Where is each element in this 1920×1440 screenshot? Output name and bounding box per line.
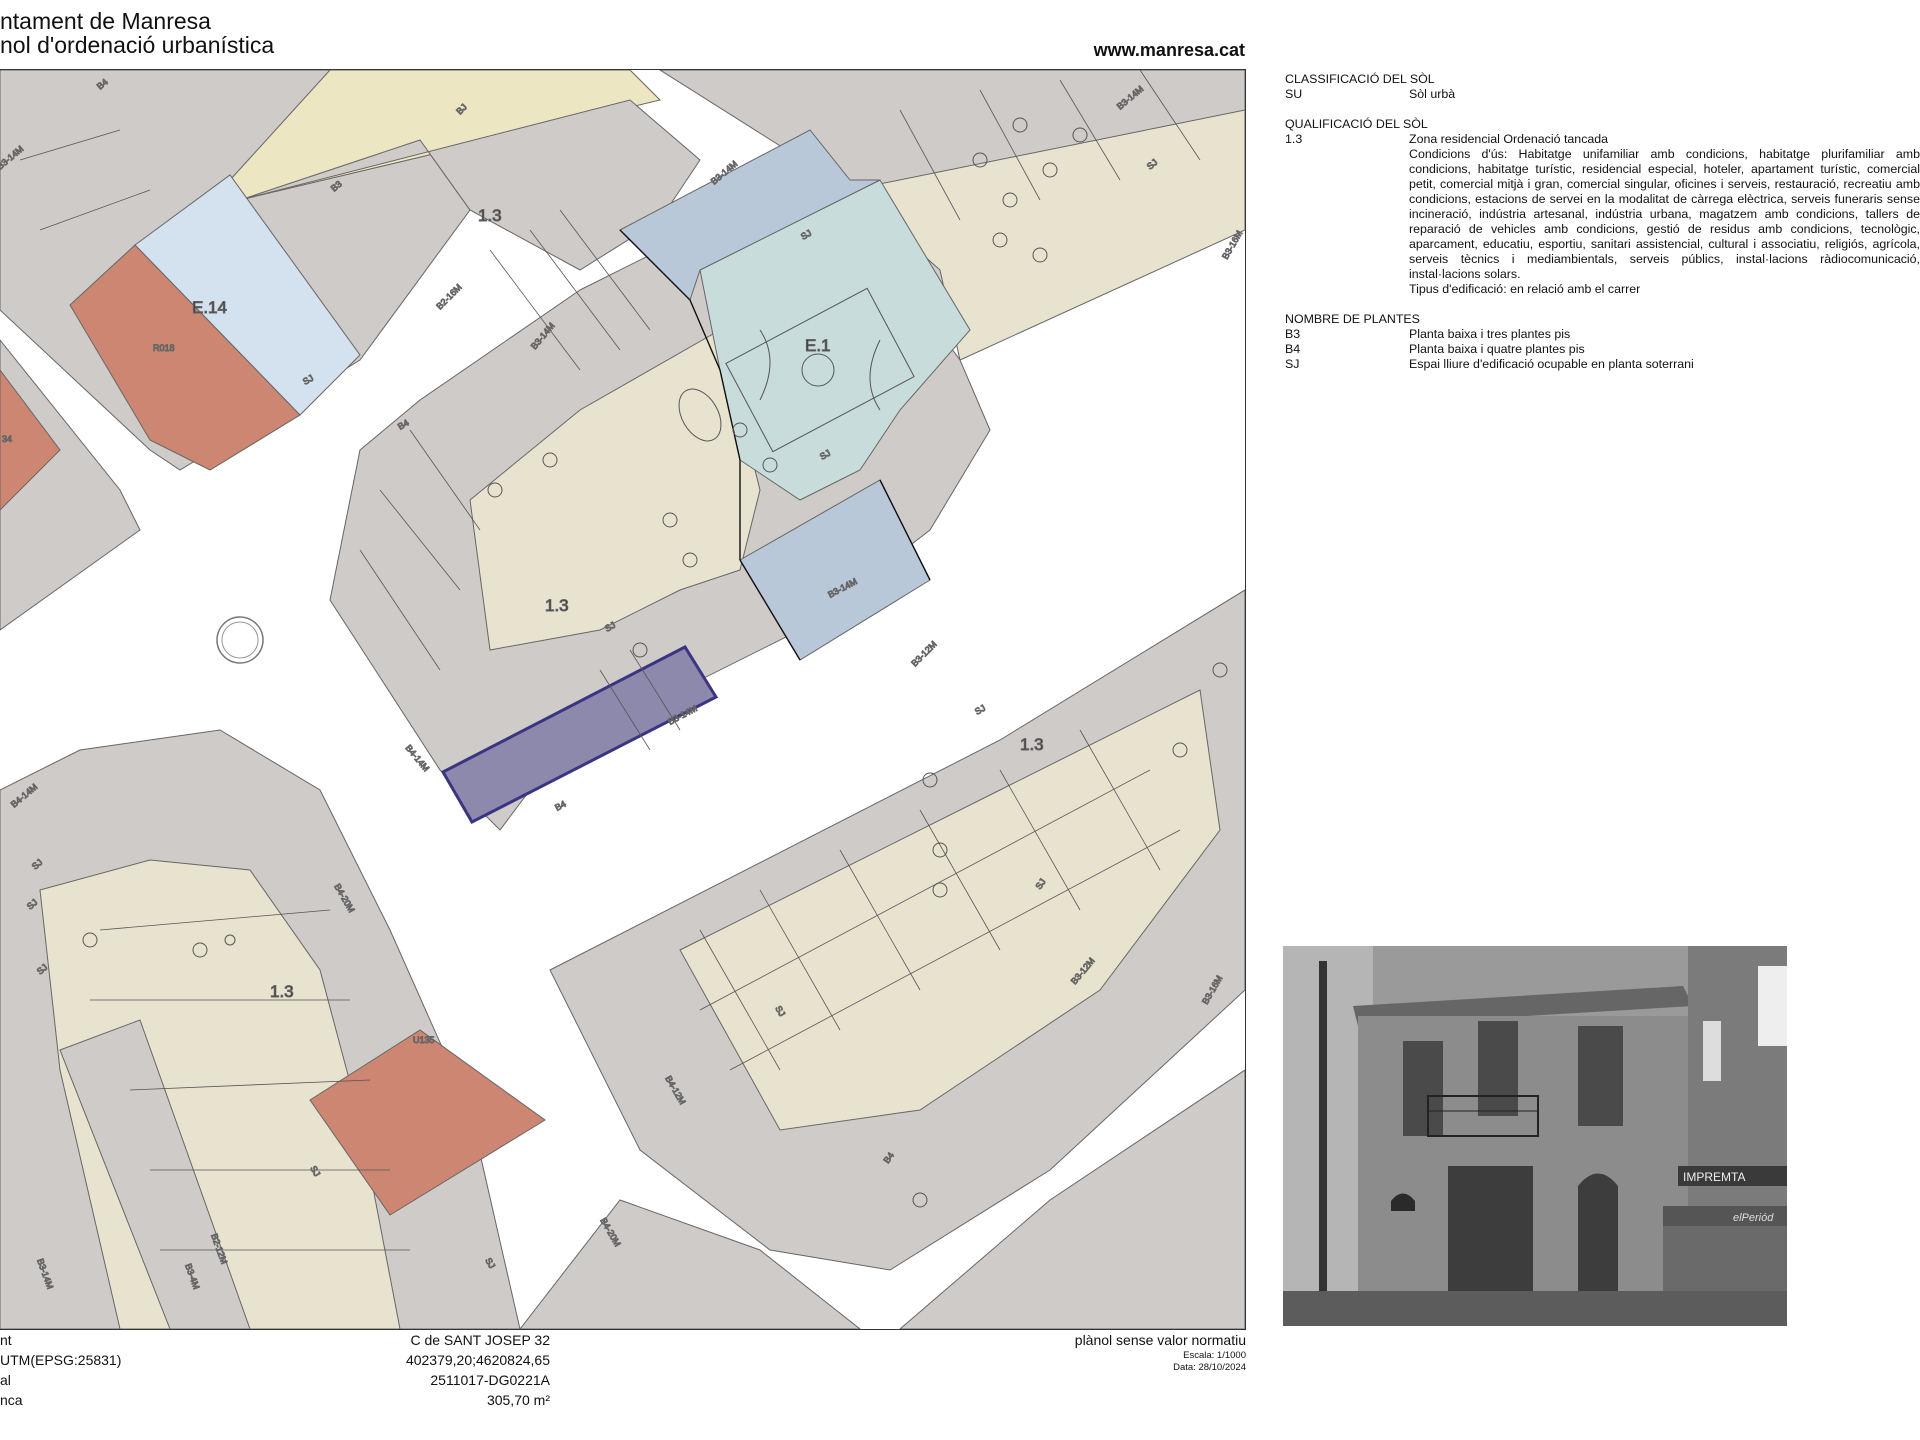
legend-text: Sòl urbà [1409, 87, 1456, 101]
legend-code: SJ [1285, 357, 1300, 371]
legend-code: 1.3 [1285, 132, 1303, 146]
parcel-code: 34 [2, 434, 12, 444]
parcel-code: R018 [153, 343, 175, 353]
legend-edificacio: Tipus d'edificació: en relació amb el ca… [1409, 282, 1641, 296]
legend-code: B4 [1285, 342, 1301, 356]
legend-heading: NOMBRE DE PLANTES [1285, 312, 1420, 326]
legend-text: Espai lliure d'edificació ocupable en pl… [1409, 357, 1694, 371]
legend-text: Planta baixa i tres plantes pis [1409, 327, 1571, 341]
scale-text: Escala: 1/1000 [1183, 1350, 1246, 1361]
zone-label: 1.3 [478, 206, 502, 225]
footer-label: al [0, 1372, 11, 1388]
footer-label: nt [0, 1332, 12, 1348]
equip-label: E.14 [192, 298, 227, 317]
legend-row: Condicions d'ús: Habitatge unifamiliar a… [1285, 147, 1920, 282]
legend-text: Planta baixa i quatre plantes pis [1409, 342, 1585, 356]
legend-heading: QUALIFICACIÓ DEL SÒL [1285, 117, 1428, 131]
area-value: 305,70 m² [486, 1392, 550, 1408]
website-link[interactable]: www.manresa.cat [1070, 40, 1245, 61]
legend-code: B3 [1285, 327, 1301, 341]
shop-sign: IMPREMTA [1683, 1170, 1745, 1184]
shop-name: elPeriód [1733, 1212, 1774, 1224]
legend-conditions: Condicions d'ús: Habitatge unifamiliar a… [1409, 147, 1920, 281]
legend-row: Tipus d'edificació: en relació amb el ca… [1285, 282, 1920, 297]
disclaimer-text: plànol sense valor normatiu [1074, 1332, 1246, 1348]
urban-plan-map[interactable]: 1.3 1.3 1.3 1.3 E.14 E.1 R018 U135 34 B3… [0, 69, 1246, 1330]
legend-row: SU Sòl urbà [1285, 87, 1920, 102]
building-photo: IMPREMTA elPeriód [1283, 946, 1787, 1326]
map-canvas[interactable]: 1.3 1.3 1.3 1.3 E.14 E.1 R018 U135 34 B3… [0, 70, 1245, 1329]
equip-label: E.1 [805, 336, 831, 355]
legend-row: B3 Planta baixa i tres plantes pis [1285, 327, 1920, 342]
footer-labels: nt UTM(EPSG:25831) al nca [0, 1330, 121, 1410]
legend-row: B4 Planta baixa i quatre plantes pis [1285, 342, 1920, 357]
footer-label: nca [0, 1392, 23, 1408]
footer-label: UTM(EPSG:25831) [0, 1352, 122, 1368]
zone-label: 1.3 [1020, 735, 1044, 754]
zone-label: 1.3 [545, 596, 569, 615]
zone-label: 1.3 [270, 982, 294, 1001]
address-value: C de SANT JOSEP 32 [410, 1332, 550, 1348]
parcel-code: U135 [413, 1035, 435, 1045]
legend-row: 1.3 Zona residencial Ordenació tancada [1285, 132, 1920, 147]
legend-panel: CLASSIFICACIÓ DEL SÒL SU Sòl urbà QUALIF… [1285, 72, 1920, 372]
legend-row: SJ Espai lliure d'edificació ocupable en… [1285, 357, 1920, 372]
footer-values: C de SANT JOSEP 32 402379,20;4620824,65 … [330, 1330, 550, 1410]
municipality-title: ntament de Manresa [0, 8, 211, 34]
footer-meta: plànol sense valor normatiu Escala: 1/10… [1000, 1330, 1246, 1374]
utm-coords-value: 402379,20;4620824,65 [405, 1352, 550, 1368]
cadastre-value: 2511017-DG0221A [430, 1372, 550, 1388]
date-text: Data: 28/10/2024 [1173, 1362, 1246, 1373]
legend-text: Zona residencial Ordenació tancada [1409, 132, 1609, 146]
legend-code: SU [1285, 87, 1303, 101]
plan-title: nol d'ordenació urbanística [0, 32, 275, 58]
roundabout [216, 616, 264, 664]
legend-heading: CLASSIFICACIÓ DEL SÒL [1285, 72, 1435, 86]
